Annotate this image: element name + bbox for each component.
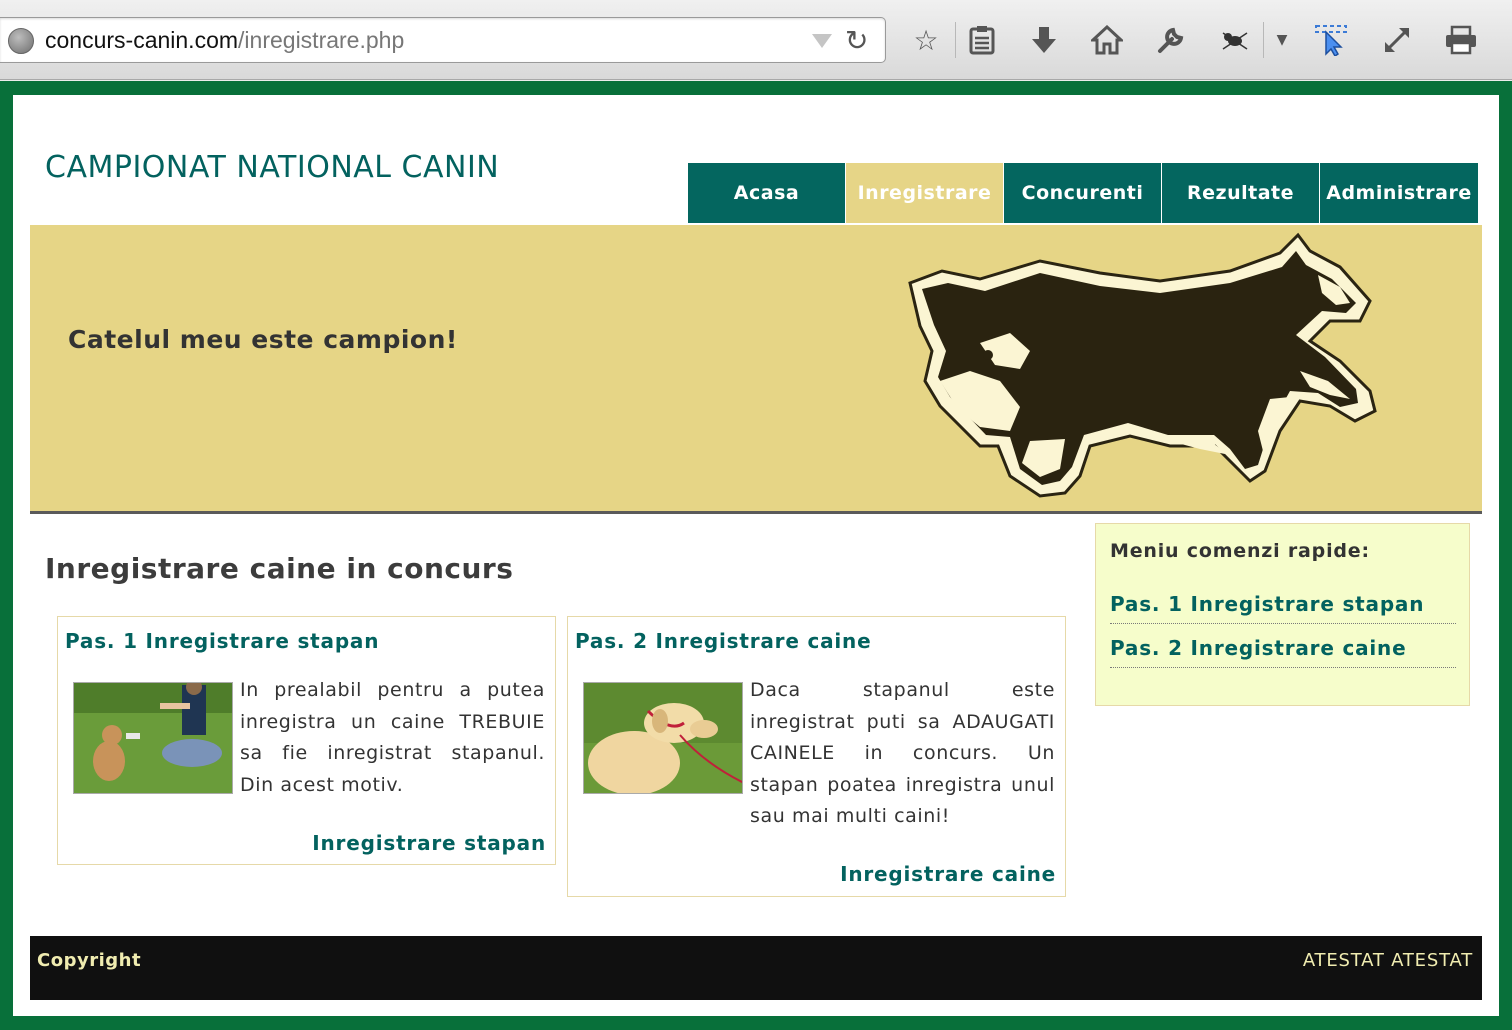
register-owner-link[interactable]: Inregistrare stapan xyxy=(312,831,546,855)
footer: Copyright ATESTAT ATESTAT xyxy=(30,936,1482,1000)
owner-dog-photo xyxy=(73,682,233,794)
quick-menu-title: Meniu comenzi rapide: xyxy=(1110,540,1370,562)
reload-icon[interactable]: ↻ xyxy=(845,24,868,57)
url-text[interactable]: concurs-canin.com/inregistrare.php xyxy=(45,27,404,54)
print-icon[interactable] xyxy=(1441,20,1481,60)
quick-menu-item[interactable]: Pas. 1 Inregistrare stapan xyxy=(1110,580,1456,624)
quick-menu-item[interactable]: Pas. 2 Inregistrare caine xyxy=(1110,624,1456,668)
browser-toolbar: concurs-canin.com/inregistrare.php ↻ ☆ ▼ xyxy=(0,0,1512,80)
dropdown-arrow-icon[interactable]: ▼ xyxy=(1262,20,1302,60)
nav-item-administrare[interactable]: Administrare xyxy=(1320,163,1478,223)
toolbar-separator xyxy=(955,22,956,58)
quick-menu: Meniu comenzi rapide: Pas. 1 Inregistrar… xyxy=(1095,523,1470,706)
dog-logo-image xyxy=(908,232,1377,498)
pointer-icon[interactable] xyxy=(1311,20,1351,60)
card-title: Pas. 1 Inregistrare stapan xyxy=(65,629,380,653)
nav-item-rezultate[interactable]: Rezultate xyxy=(1162,163,1320,223)
page-frame: CAMPIONAT NATIONAL CANIN Acasa Inregistr… xyxy=(0,81,1512,1030)
url-domain: concurs-canin.com xyxy=(45,27,239,53)
step-card-dog: Pas. 2 Inregistrare caine Daca stapanul … xyxy=(567,616,1066,897)
nav-item-inregistrare[interactable]: Inregistrare xyxy=(846,163,1004,223)
card-title: Pas. 2 Inregistrare caine xyxy=(575,629,872,653)
nav-item-acasa[interactable]: Acasa xyxy=(688,163,846,223)
section-title: Inregistrare caine in concurs xyxy=(45,552,514,585)
nav-item-concurenti[interactable]: Concurenti xyxy=(1004,163,1162,223)
footer-copyright: Copyright xyxy=(37,950,142,971)
page-content: CAMPIONAT NATIONAL CANIN Acasa Inregistr… xyxy=(13,95,1499,1016)
quick-menu-list: Pas. 1 Inregistrare stapan Pas. 2 Inregi… xyxy=(1110,580,1456,668)
site-title: CAMPIONAT NATIONAL CANIN xyxy=(45,150,500,185)
footer-credit: ATESTAT ATESTAT xyxy=(1302,950,1473,971)
wrench-icon[interactable] xyxy=(1151,20,1191,60)
step-card-owner: Pas. 1 Inregistrare stapan In prealabil … xyxy=(57,616,556,865)
reading-list-icon[interactable] xyxy=(962,20,1002,60)
url-path: /inregistrare.php xyxy=(238,27,405,53)
hero-banner: Catelul meu este campion! xyxy=(30,225,1482,514)
address-bar[interactable]: concurs-canin.com/inregistrare.php ↻ xyxy=(0,17,886,63)
globe-icon xyxy=(8,28,34,54)
bookmark-star-icon[interactable]: ☆ xyxy=(906,20,946,60)
home-icon[interactable] xyxy=(1087,20,1127,60)
fullscreen-icon[interactable] xyxy=(1377,20,1417,60)
main-nav: Acasa Inregistrare Concurenti Rezultate … xyxy=(688,163,1478,223)
hero-slogan: Catelul meu este campion! xyxy=(68,325,458,354)
register-dog-link[interactable]: Inregistrare caine xyxy=(840,862,1056,886)
dog-leash-photo xyxy=(583,682,743,794)
card-text: In prealabil pentru a putea inregistra u… xyxy=(240,679,545,796)
card-text: Daca stapanul este inregistrat puti sa A… xyxy=(750,679,1055,827)
download-icon[interactable] xyxy=(1024,20,1064,60)
bug-extension-icon[interactable] xyxy=(1215,20,1255,60)
url-dropdown-icon[interactable] xyxy=(812,34,832,48)
